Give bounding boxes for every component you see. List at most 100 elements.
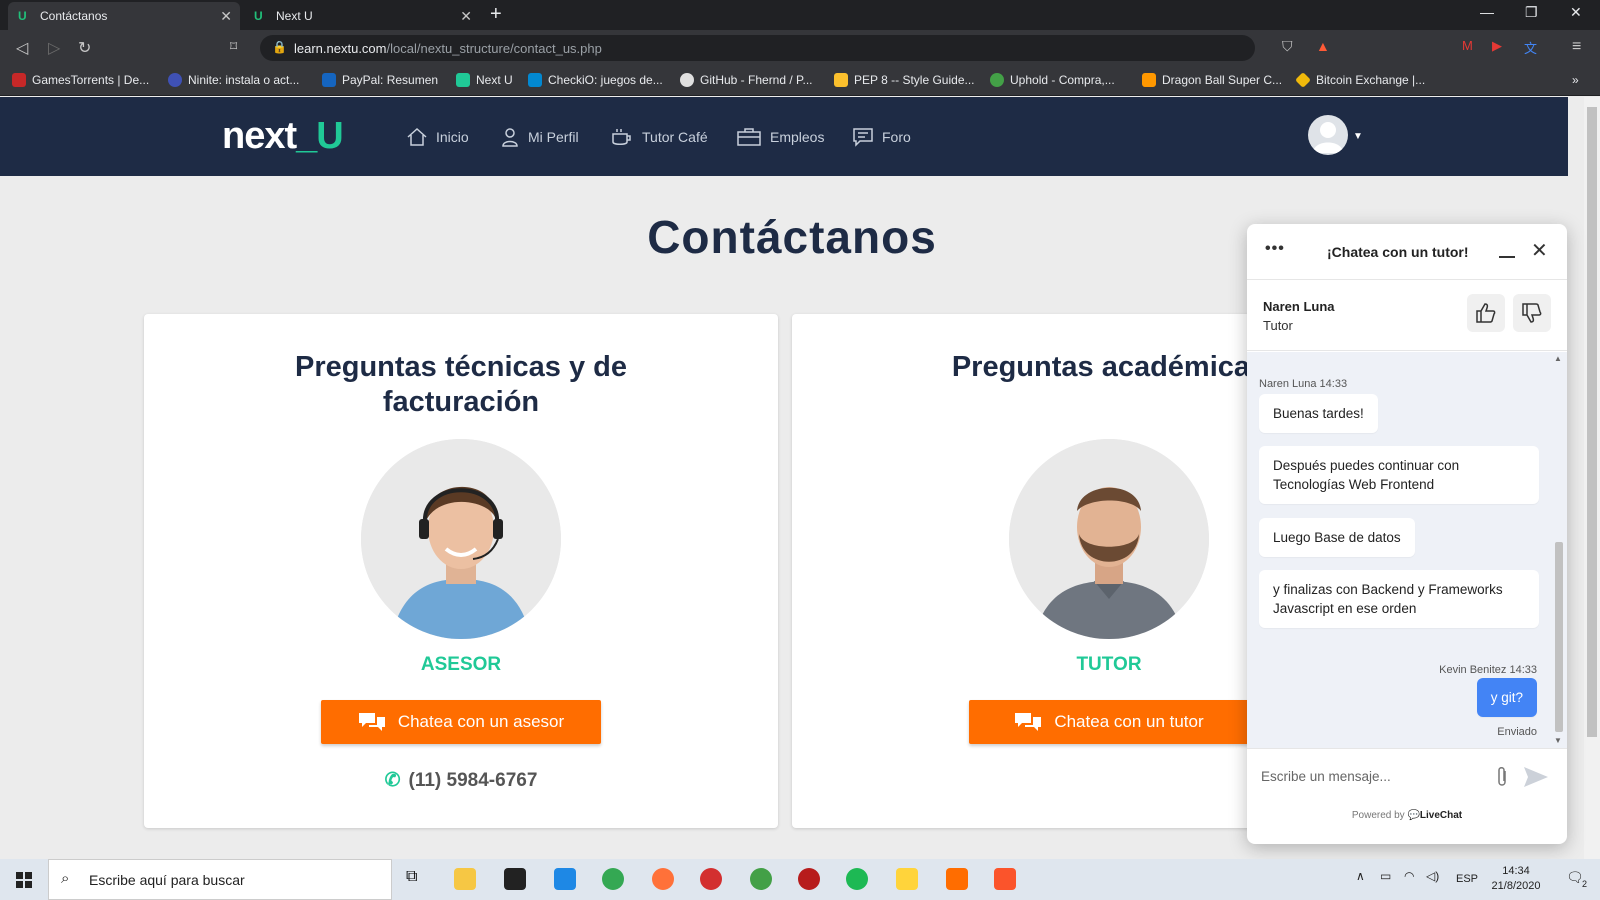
nav-tutor-cafe[interactable]: Tutor Café xyxy=(610,127,708,147)
url-text: learn.nextu.com/local/nextu_structure/co… xyxy=(294,41,602,56)
address-bar[interactable]: 🔒 learn.nextu.com/local/nextu_structure/… xyxy=(260,35,1255,61)
support-phone[interactable]: ✆ (11) 5984-6767 xyxy=(144,769,778,792)
nextu-logo[interactable]: next_U xyxy=(222,115,344,158)
bookmark-favicon-icon xyxy=(528,73,542,87)
clock[interactable]: 14:34 21/8/2020 xyxy=(1488,865,1544,892)
agent-info: Naren Luna Tutor xyxy=(1247,281,1567,351)
mega-icon[interactable] xyxy=(700,868,722,890)
chat-tutor-button[interactable]: Chatea con un tutor xyxy=(969,700,1249,744)
wifi-icon[interactable]: ◠ xyxy=(1404,869,1414,883)
windows-start-icon[interactable] xyxy=(16,872,32,888)
file-explorer-icon[interactable] xyxy=(454,868,476,890)
scroll-down-icon[interactable]: ▼ xyxy=(1554,736,1562,745)
thumbs-down-button[interactable] xyxy=(1513,294,1551,332)
send-icon[interactable] xyxy=(1523,766,1549,788)
chat-asesor-button[interactable]: Chatea con un asesor xyxy=(321,700,601,744)
crunchyroll-icon[interactable] xyxy=(946,868,968,890)
lock-icon: 🔒 xyxy=(272,40,287,54)
attach-icon[interactable] xyxy=(1495,765,1509,789)
chat-scrollbar[interactable]: ▲ ▼ xyxy=(1551,352,1565,748)
minimize-window-icon[interactable]: — xyxy=(1480,4,1494,20)
more-bookmarks-icon[interactable]: » xyxy=(1572,73,1579,87)
battery-icon[interactable]: ▭ xyxy=(1380,869,1391,883)
browser-tabbar: U Contáctanos ✕ U Next U ✕ + — ❐ ✕ xyxy=(0,0,1600,30)
nav-empleos[interactable]: Empleos xyxy=(736,127,824,147)
store-icon[interactable] xyxy=(504,868,526,890)
scrollbar-thumb[interactable] xyxy=(1587,107,1597,737)
reload-icon[interactable]: ↻ xyxy=(78,38,91,58)
scroll-up-icon[interactable]: ▲ xyxy=(1554,354,1562,363)
python-icon[interactable] xyxy=(896,868,918,890)
bookmark-item[interactable]: Bitcoin Exchange |... xyxy=(1295,72,1425,88)
bookmark-item[interactable]: Dragon Ball Super C... xyxy=(1142,73,1282,87)
close-tab-icon[interactable]: ✕ xyxy=(220,8,232,25)
browser-menu-icon[interactable]: ≡ xyxy=(1572,38,1581,56)
utorrent-icon[interactable] xyxy=(750,868,772,890)
bookmark-favicon-icon xyxy=(322,73,336,87)
close-chat-icon[interactable]: ✕ xyxy=(1531,238,1548,263)
bookmark-item[interactable]: Ninite: instala o act... xyxy=(168,73,299,87)
user-message-meta: Kevin Benitez 14:33 xyxy=(1439,664,1537,676)
chat-bubbles-icon xyxy=(1015,713,1042,731)
nav-mi-perfil[interactable]: Mi Perfil xyxy=(500,127,579,147)
thumbs-up-button[interactable] xyxy=(1467,294,1505,332)
message-input[interactable]: Escribe un mensaje... xyxy=(1247,748,1567,804)
gmail-extension-icon[interactable]: M xyxy=(1462,38,1473,53)
chat-bubbles-icon xyxy=(358,713,385,731)
spotify-icon[interactable] xyxy=(846,868,868,890)
bookmark-item[interactable]: GamesTorrents | De... xyxy=(12,73,149,87)
bookmark-item[interactable]: Next U xyxy=(456,73,513,87)
more-options-icon[interactable]: ••• xyxy=(1265,240,1285,258)
bookmark-favicon-icon xyxy=(990,73,1004,87)
tray-chevron-icon[interactable]: ∧ xyxy=(1356,869,1365,883)
bookmark-item[interactable]: GitHub - Fhernd / P... xyxy=(680,73,813,87)
nav-foro[interactable]: Foro xyxy=(852,127,911,147)
mail-icon[interactable] xyxy=(554,868,576,890)
phone-icon: ✆ xyxy=(384,770,401,791)
chrome-icon[interactable] xyxy=(602,868,624,890)
taskbar-search[interactable]: ⌕ Escribe aquí para buscar xyxy=(48,859,392,900)
page-scrollbar[interactable] xyxy=(1584,97,1600,859)
card-heading: Preguntas técnicas y de facturación xyxy=(294,351,628,418)
bookmark-favicon-icon xyxy=(1142,73,1156,87)
tab-nextu[interactable]: U Next U ✕ xyxy=(244,2,480,30)
back-icon[interactable]: ◁ xyxy=(16,38,28,58)
close-window-icon[interactable]: ✕ xyxy=(1570,4,1582,21)
youtube-extension-icon[interactable]: ▶ xyxy=(1492,38,1502,54)
tab-title: Next U xyxy=(276,9,313,23)
new-tab-icon[interactable]: + xyxy=(490,3,502,26)
avatar-placeholder-icon xyxy=(1313,122,1343,153)
brave-shield-icon[interactable]: ⛉ xyxy=(1282,38,1293,55)
support-card-tecnicas: Preguntas técnicas y de facturación ASES… xyxy=(144,314,778,828)
forward-icon[interactable]: ▷ xyxy=(48,38,60,58)
task-view-icon[interactable]: ⧉ xyxy=(406,868,428,890)
media-app-icon[interactable] xyxy=(798,868,820,890)
minimize-chat-icon[interactable] xyxy=(1499,256,1515,258)
firefox-icon[interactable] xyxy=(652,868,674,890)
volume-icon[interactable]: ◁) xyxy=(1426,869,1439,883)
brave-rewards-icon[interactable]: ▲ xyxy=(1316,38,1330,54)
language-indicator[interactable]: ESP xyxy=(1456,873,1478,885)
bookmark-item[interactable]: CheckiO: juegos de... xyxy=(528,73,663,87)
browser-toolbar: ◁ ▷ ↻ ⌑ 🔒 learn.nextu.com/local/nextu_st… xyxy=(0,30,1600,66)
bookmark-favicon-icon xyxy=(834,73,848,87)
bookmark-item[interactable]: PayPal: Resumen xyxy=(322,73,438,87)
translate-extension-icon[interactable]: 文 xyxy=(1524,38,1537,57)
chat-scrollbar-thumb[interactable] xyxy=(1555,542,1563,732)
nav-inicio[interactable]: Inicio xyxy=(406,127,469,147)
maximize-window-icon[interactable]: ❐ xyxy=(1525,4,1538,21)
bookmark-item[interactable]: PEP 8 -- Style Guide... xyxy=(834,73,975,87)
tutor-portrait xyxy=(1009,439,1209,639)
message-status: Enviado xyxy=(1497,726,1537,738)
home-icon xyxy=(407,127,427,146)
bookmark-item[interactable]: Uphold - Compra,... xyxy=(990,73,1115,87)
brave-icon[interactable] xyxy=(994,868,1016,890)
tab-contactanos[interactable]: U Contáctanos ✕ xyxy=(8,2,240,30)
chat-messages[interactable]: Naren Luna 14:33 Buenas tardes! Después … xyxy=(1247,352,1567,748)
agent-message: y finalizas con Backend y Frameworks Jav… xyxy=(1259,570,1539,628)
bookmark-icon[interactable]: ⌑ xyxy=(230,38,237,55)
close-tab-icon[interactable]: ✕ xyxy=(460,8,472,25)
chevron-down-icon[interactable]: ▼ xyxy=(1353,131,1363,142)
user-avatar[interactable] xyxy=(1308,115,1348,155)
nextu-favicon-icon: U xyxy=(254,9,263,23)
